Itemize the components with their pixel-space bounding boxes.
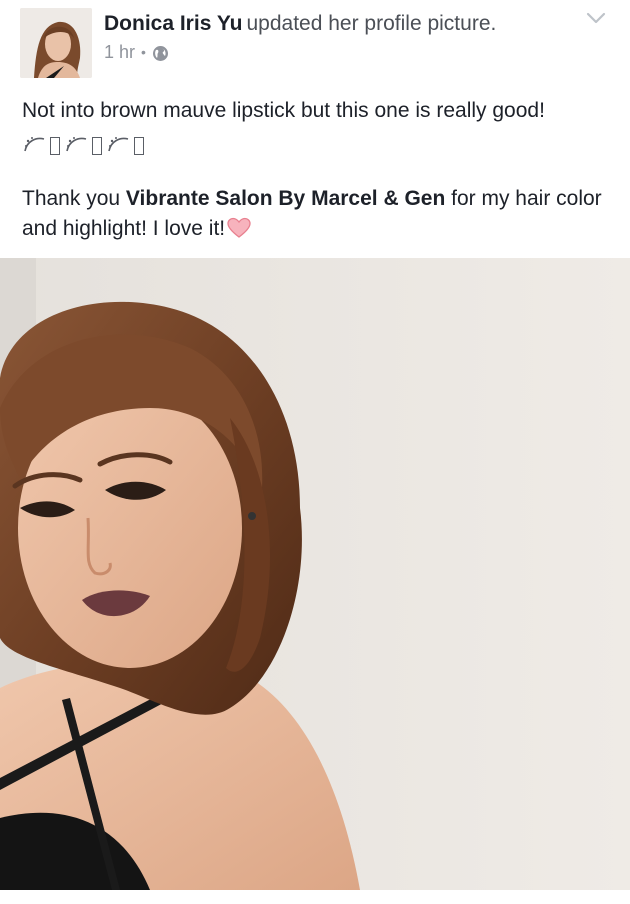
globe-icon[interactable] bbox=[152, 44, 169, 61]
author-avatar[interactable] bbox=[20, 8, 92, 78]
sparkles-emoji-icon bbox=[106, 133, 132, 159]
post-action-text: updated her profile picture. bbox=[246, 12, 497, 35]
sparkles-emoji-icon bbox=[64, 133, 90, 159]
missing-glyph-icon bbox=[92, 137, 102, 155]
avatar-image bbox=[20, 8, 92, 78]
post-text-paragraph-2: Thank you Vibrante Salon By Marcel & Gen… bbox=[22, 184, 612, 244]
sparkles-emoji-icon bbox=[22, 133, 48, 159]
post-meta: 1 hr • bbox=[104, 40, 169, 64]
chevron-down-icon[interactable] bbox=[585, 8, 607, 28]
post-timestamp[interactable]: 1 hr bbox=[104, 40, 135, 64]
post-text-line-1: Not into brown mauve lipstick but this o… bbox=[22, 99, 545, 122]
missing-glyph-icon bbox=[50, 137, 60, 155]
missing-glyph-icon bbox=[134, 137, 144, 155]
heart-icon bbox=[227, 217, 251, 239]
profile-photo[interactable] bbox=[0, 258, 630, 890]
post-header: Donica Iris Yu updated her profile pictur… bbox=[0, 0, 630, 90]
author-name-link[interactable]: Donica Iris Yu bbox=[104, 12, 243, 35]
tagged-page-link[interactable]: Vibrante Salon By Marcel & Gen bbox=[126, 187, 445, 210]
emoji-row bbox=[22, 133, 146, 159]
author-line: Donica Iris Yu updated her profile pictur… bbox=[104, 10, 496, 38]
profile-photo-image bbox=[0, 258, 630, 890]
thanks-prefix: Thank you bbox=[22, 187, 126, 210]
meta-separator: • bbox=[141, 44, 146, 60]
feed-post: Donica Iris Yu updated her profile pictur… bbox=[0, 0, 630, 904]
